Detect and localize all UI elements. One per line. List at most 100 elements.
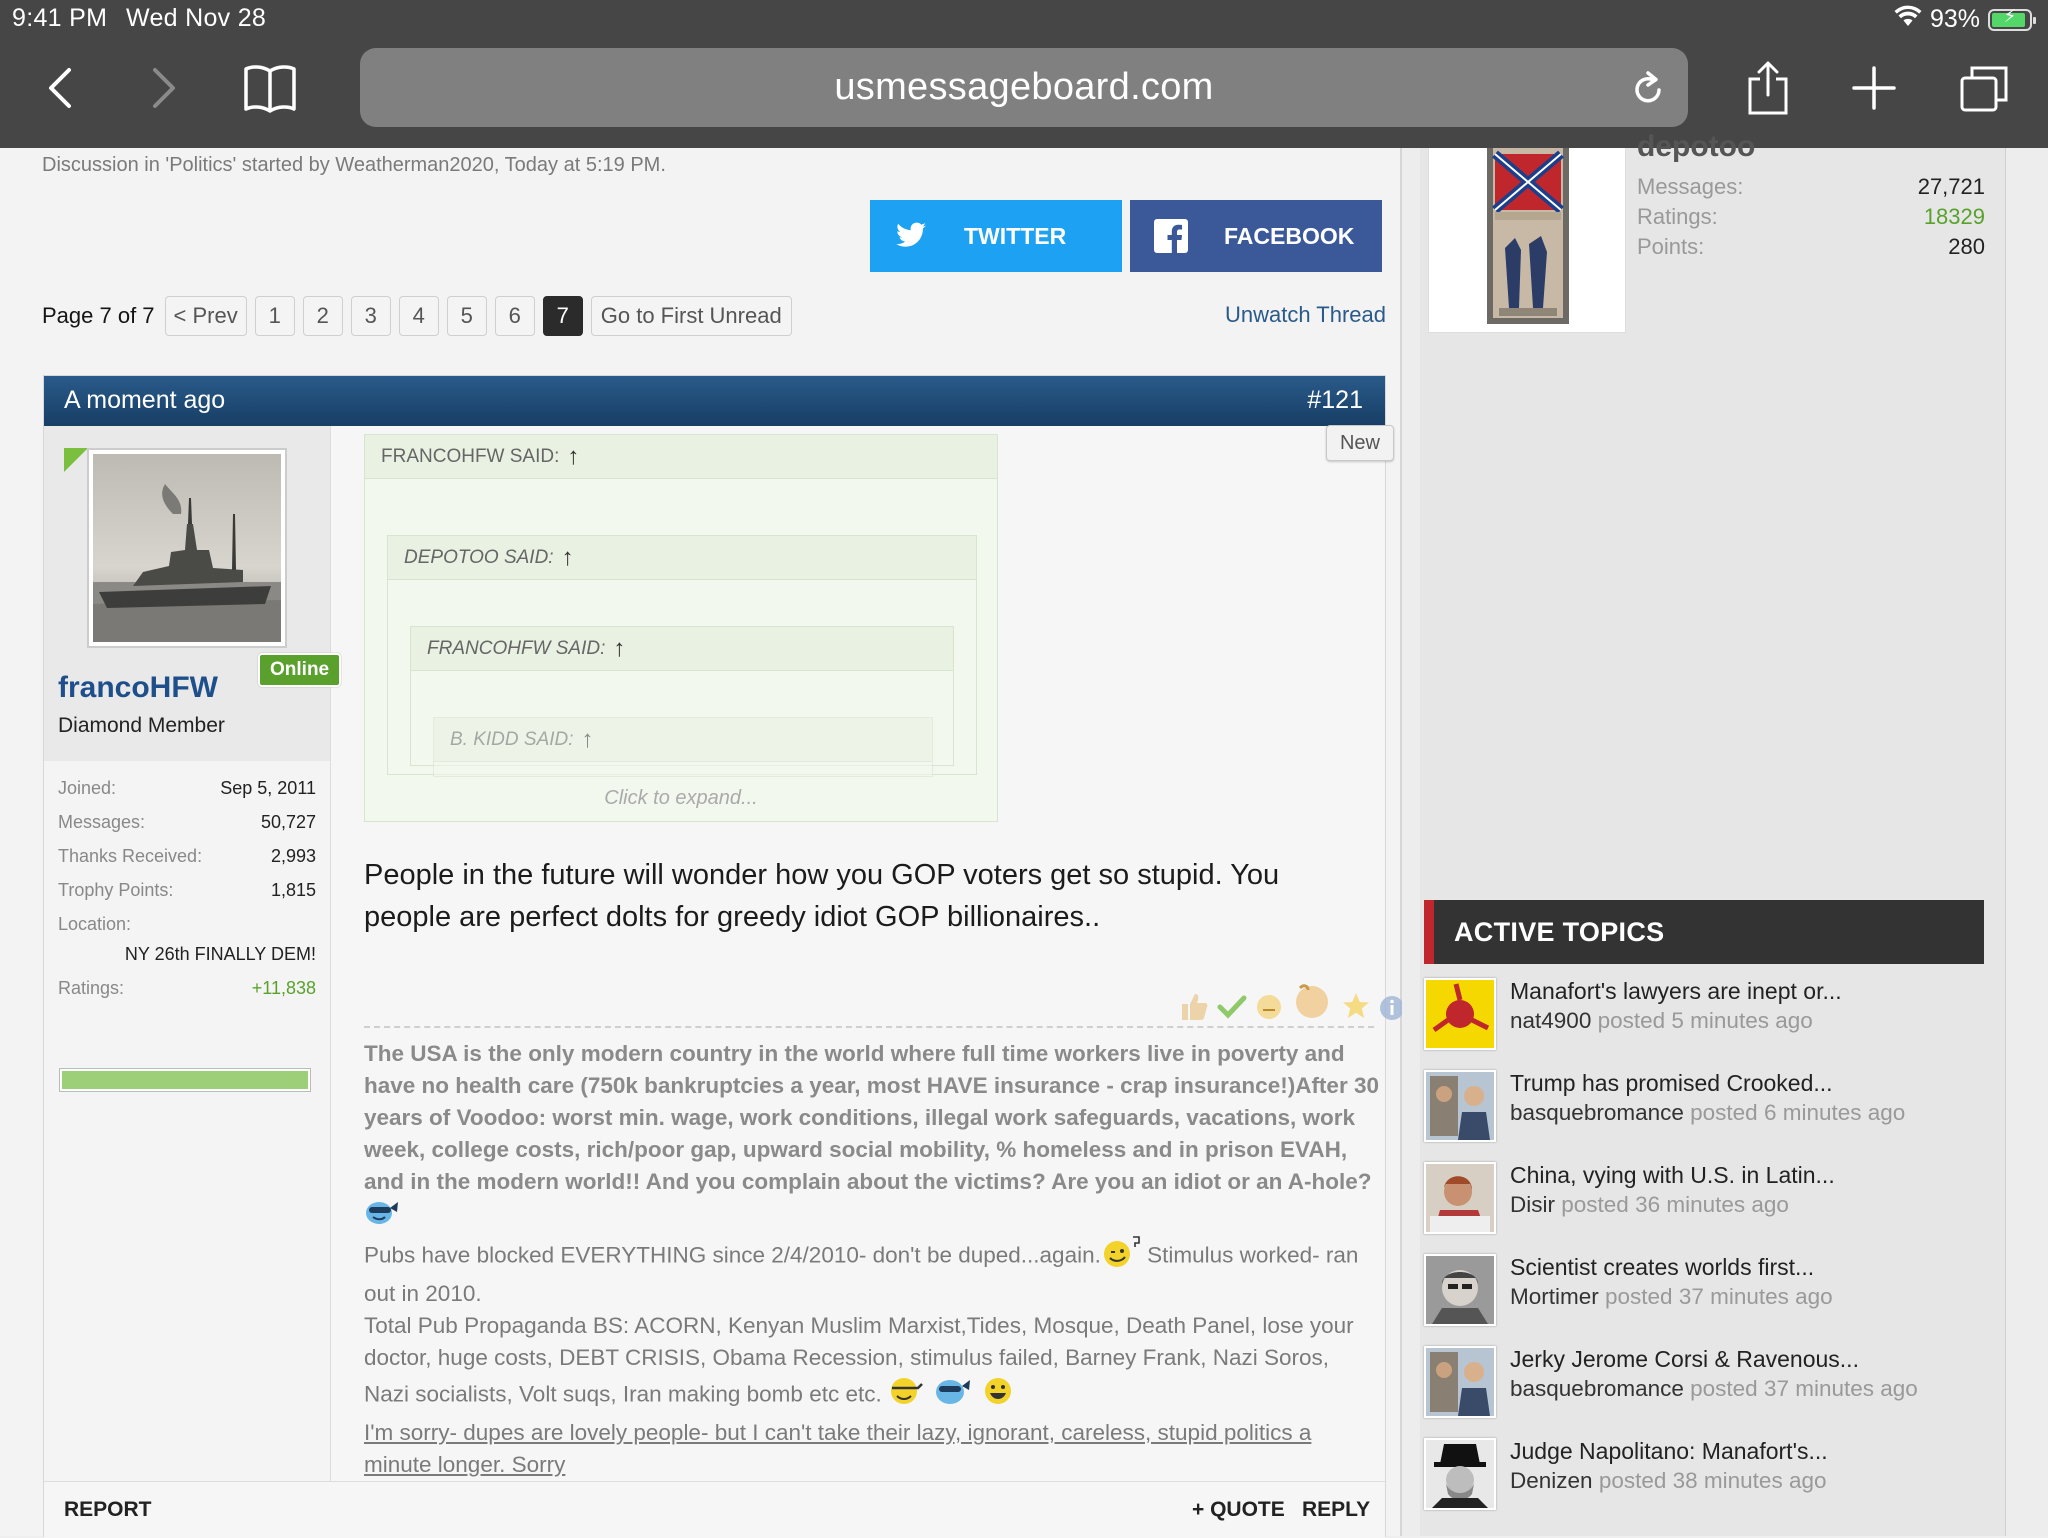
topic-title[interactable]: Jerky Jerome Corsi & Ravenous... [1510,1346,1859,1373]
address-bar[interactable]: usmessageboard.com [360,48,1688,127]
page-5-link[interactable]: 5 [446,296,487,336]
topic-item[interactable]: Jerky Jerome Corsi & Ravenous... basqueb… [1424,1346,1984,1422]
quote-block-nested: B. KIDD SAID: ↑ [433,717,933,777]
page-7-current[interactable]: 7 [542,296,583,336]
post: A moment ago #121 Online francoHFW Diamo… [43,375,1404,1538]
topic-user[interactable]: basquebromance [1510,1376,1684,1401]
topic-avatar[interactable] [1424,1070,1496,1142]
topic-byline: Denizen posted 38 minutes ago [1510,1468,1827,1494]
page-2-link[interactable]: 2 [302,296,343,336]
post-number[interactable]: #121 [1307,386,1363,415]
signature-line-3: Total Pub Propaganda BS: ACORN, Kenyan M… [364,1313,1354,1407]
click-to-expand-link[interactable]: Click to expand... [365,787,997,810]
topic-title[interactable]: China, vying with U.S. in Latin... [1510,1162,1835,1189]
tabs-button[interactable] [1954,58,2014,118]
funny-hand-icon[interactable] [1290,978,1334,1027]
forward-button[interactable] [134,58,194,118]
topic-avatar[interactable] [1424,1438,1496,1510]
topic-byline: nat4900 posted 5 minutes ago [1510,1008,1813,1034]
topic-byline: basquebromance posted 37 minutes ago [1510,1376,1918,1402]
sidebar-user-avatar[interactable] [1428,148,1626,333]
jump-to-quote-icon[interactable]: ↑ [562,544,574,572]
username-link[interactable]: francoHFW [58,671,218,705]
thumbs-up-icon[interactable] [1178,990,1210,1027]
topic-item[interactable]: Trump has promised Crooked... basquebrom… [1424,1070,1984,1146]
quote-block-nested: FRANCOHFW SAID: ↑ B. KIDD SAID: ↑ [410,626,954,777]
topic-user[interactable]: Mortimer [1510,1284,1599,1309]
thread-meta: Discussion in 'Politics' started by Weat… [42,154,666,176]
stat-value: 280 [1948,234,1985,259]
signature-bold-text: The USA is the only modern country in th… [364,1041,1379,1194]
jump-to-quote-icon[interactable]: ↑ [582,726,594,754]
topic-item[interactable]: Scientist creates worlds first... Mortim… [1424,1254,1984,1330]
unwatch-thread-link[interactable]: Unwatch Thread [1225,302,1386,328]
prev-page-button[interactable]: < Prev [164,296,247,336]
stat-value: 18329 [1923,204,1985,229]
share-button[interactable] [1738,58,1798,118]
topic-item[interactable]: Manafort's lawyers are inept or... nat49… [1424,978,1984,1054]
stat-joined: Joined: Sep 5, 2011 [58,778,316,804]
reply-button[interactable]: REPLY [1302,1498,1370,1522]
wink-smiley-icon [1101,1235,1141,1278]
topic-avatar[interactable] [1424,978,1496,1050]
topic-user[interactable]: nat4900 [1510,1008,1591,1033]
avatar[interactable] [87,448,287,648]
quote-button[interactable]: + QUOTE [1192,1498,1285,1522]
bookmarks-button[interactable] [240,58,300,118]
signature-link[interactable]: I'm sorry- dupes are lovely people- but … [364,1420,1311,1477]
battery-icon: ⚡ [1988,6,2036,31]
topic-user[interactable]: basquebromance [1510,1100,1684,1125]
stat-ratings: Ratings: +11,838 [58,978,316,1004]
new-tab-button[interactable] [1844,58,1904,118]
page-6-link[interactable]: 6 [494,296,535,336]
topic-avatar[interactable] [1424,1254,1496,1326]
status-time: 9:41 PM [12,4,108,32]
user-panel: Online francoHFW Diamond Member Joined: S… [44,426,342,1537]
first-unread-button[interactable]: Go to First Unread [590,296,792,336]
topic-title[interactable]: Trump has promised Crooked... [1510,1070,1833,1097]
topic-user[interactable]: Denizen [1510,1468,1593,1493]
online-badge: Online [258,653,342,687]
browser-chrome: 9:41 PM Wed Nov 28 93% ⚡ usmessageboard.… [0,0,2048,148]
page-4-link[interactable]: 4 [398,296,439,336]
checkmark-icon[interactable] [1216,990,1248,1027]
topic-byline: basquebromance posted 6 minutes ago [1510,1100,1905,1126]
topic-byline: Disir posted 36 minutes ago [1510,1192,1789,1218]
laughing-smileys-icon [888,1374,1018,1417]
back-button[interactable] [30,58,90,118]
signature-divider [364,1026,1374,1028]
sidebar-username[interactable]: depotoo [1637,130,1755,164]
topic-title[interactable]: Scientist creates worlds first... [1510,1254,1814,1281]
report-button[interactable]: REPORT [64,1498,152,1522]
jump-to-quote-icon[interactable]: ↑ [613,635,625,663]
neutral-face-icon[interactable] [1254,992,1284,1027]
shades-smiley-icon [364,1198,400,1235]
twitter-share-button[interactable]: TWITTER [870,200,1122,272]
topic-avatar[interactable] [1424,1162,1496,1234]
page-1-link[interactable]: 1 [254,296,295,336]
topic-item[interactable]: Judge Napolitano: Manafort's... Denizen … [1424,1438,1984,1514]
stat-thanks: Thanks Received: 2,993 [58,846,316,872]
winner-star-icon[interactable] [1340,990,1372,1027]
topic-item[interactable]: China, vying with U.S. in Latin... Disir… [1424,1162,1984,1238]
topic-title[interactable]: Judge Napolitano: Manafort's... [1510,1438,1828,1465]
quote-header: FRANCOHFW SAID: ↑ [365,435,997,479]
quote-block: FRANCOHFW SAID: ↑ DEPOTOO SAID: ↑ FRANCOHF… [364,434,998,822]
jump-to-quote-icon[interactable]: ↑ [567,443,579,471]
topic-user[interactable]: Disir [1510,1192,1555,1217]
topic-posted: posted 37 minutes ago [1605,1284,1833,1309]
facebook-share-button[interactable]: FACEBOOK [1130,200,1382,272]
page-3-link[interactable]: 3 [350,296,391,336]
reload-icon[interactable] [1630,68,1666,113]
user-card: Online francoHFW Diamond Member [44,426,342,761]
post-header: A moment ago #121 [44,376,1385,426]
topic-title[interactable]: Manafort's lawyers are inept or... [1510,978,1842,1005]
topic-avatar[interactable] [1424,1346,1496,1418]
stat-location-label: Location: [58,914,316,940]
post-time: A moment ago [64,386,226,414]
quote-author: FRANCOHFW SAID: [381,445,560,467]
quote-header: FRANCOHFW SAID: ↑ [411,627,953,671]
matchbook-image [1429,148,1625,332]
topic-byline: Mortimer posted 37 minutes ago [1510,1284,1833,1310]
stat-label: Thanks Received: [58,846,203,866]
